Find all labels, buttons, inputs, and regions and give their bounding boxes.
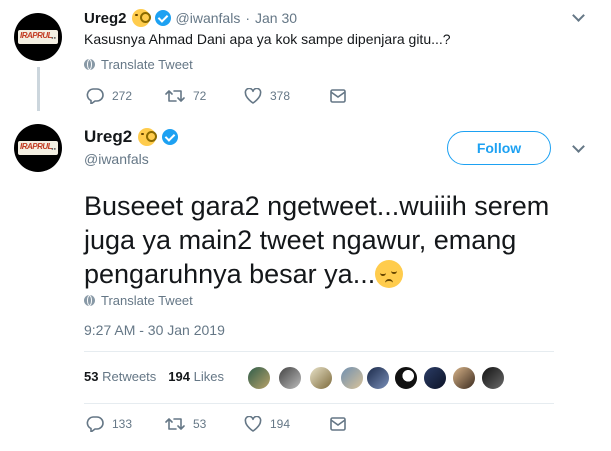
dm-icon: [330, 417, 346, 431]
parent-like-button[interactable]: 378: [244, 88, 330, 104]
reply-icon: [86, 416, 104, 432]
main-like-button[interactable]: 194: [244, 416, 330, 432]
monocle-face-emoji: [138, 128, 158, 146]
header-separator: ·: [245, 10, 250, 26]
divider-top: [84, 351, 554, 352]
retweets-stat[interactable]: 53 Retweets: [84, 369, 156, 384]
monocle-face-emoji: [131, 9, 151, 27]
parent-tweet-text: Kasusnya Ahmad Dani apa ya kok sampe dip…: [84, 31, 451, 47]
parent-display-name[interactable]: Ureg2: [84, 10, 127, 27]
liker-avatar[interactable]: [247, 366, 271, 390]
avatar-logo: IRAPRUL ●●: [18, 141, 58, 155]
parent-like-count: 378: [270, 89, 291, 103]
main-reply-button[interactable]: 133: [86, 416, 165, 432]
like-icon: [244, 88, 262, 104]
main-avatar[interactable]: IRAPRUL ●●: [14, 124, 62, 172]
divider-bottom: [84, 403, 554, 404]
likes-stat[interactable]: 194 Likes: [168, 369, 224, 384]
parent-retweet-button[interactable]: 72: [165, 89, 244, 103]
parent-reply-button[interactable]: 272: [86, 88, 165, 104]
reply-icon: [86, 88, 104, 104]
main-retweet-count: 53: [193, 417, 207, 431]
liker-avatar[interactable]: [423, 366, 447, 390]
parent-translate-link[interactable]: Translate Tweet: [84, 57, 193, 72]
translate-label: Translate Tweet: [101, 293, 193, 308]
parent-reply-count: 272: [112, 89, 133, 103]
like-icon: [244, 416, 262, 432]
parent-action-bar: 272 72 378: [86, 88, 346, 104]
main-reply-count: 133: [112, 417, 133, 431]
main-display-name[interactable]: Ureg2: [84, 127, 132, 147]
thread-connector-line: [37, 67, 40, 111]
liker-avatar[interactable]: [278, 366, 302, 390]
liker-avatar[interactable]: [366, 366, 390, 390]
main-tweet-text: Buseeet gara2 ngetweet...wuiiih serem ju…: [84, 189, 554, 291]
parent-date[interactable]: Jan 30: [255, 10, 297, 26]
verified-badge-icon: [162, 129, 179, 145]
main-dm-button[interactable]: [330, 417, 346, 431]
parent-handle[interactable]: @iwanfals: [176, 10, 241, 26]
retweet-icon: [165, 90, 185, 102]
parent-retweet-count: 72: [193, 89, 207, 103]
main-action-bar: 133 53 194: [86, 416, 346, 432]
liker-avatar[interactable]: [340, 366, 364, 390]
verified-badge-icon: [154, 10, 171, 26]
parent-chevron-down-icon[interactable]: [572, 9, 585, 22]
globe-icon: [84, 295, 95, 306]
engagement-stats: 53 Retweets 194 Likes: [84, 369, 224, 384]
liker-avatar[interactable]: [394, 366, 418, 390]
main-chevron-down-icon[interactable]: [572, 140, 585, 153]
parent-avatar[interactable]: IRAPRUL ●●: [14, 13, 62, 61]
translate-label: Translate Tweet: [101, 57, 193, 72]
avatar-logo: IRAPRUL ●●: [18, 30, 58, 44]
follow-button[interactable]: Follow: [447, 131, 551, 165]
parent-dm-button[interactable]: [330, 89, 346, 103]
dm-icon: [330, 89, 346, 103]
main-translate-link[interactable]: Translate Tweet: [84, 293, 193, 308]
main-tweet-header: Ureg2: [84, 127, 179, 147]
main-handle[interactable]: @iwanfals: [84, 151, 149, 167]
retweet-icon: [165, 418, 185, 430]
main-timestamp[interactable]: 9:27 AM - 30 Jan 2019: [84, 322, 225, 338]
main-tweet-text-body: Buseeet gara2 ngetweet...wuiiih serem ju…: [84, 191, 550, 289]
liker-avatar[interactable]: [309, 366, 333, 390]
liker-avatar[interactable]: [452, 366, 476, 390]
globe-icon: [84, 59, 95, 70]
main-like-count: 194: [270, 417, 291, 431]
pensive-face-emoji: [375, 260, 404, 288]
main-retweet-button[interactable]: 53: [165, 417, 244, 431]
liker-avatar[interactable]: [481, 366, 505, 390]
parent-tweet-header: Ureg2 @iwanfals · Jan 30: [84, 9, 297, 27]
